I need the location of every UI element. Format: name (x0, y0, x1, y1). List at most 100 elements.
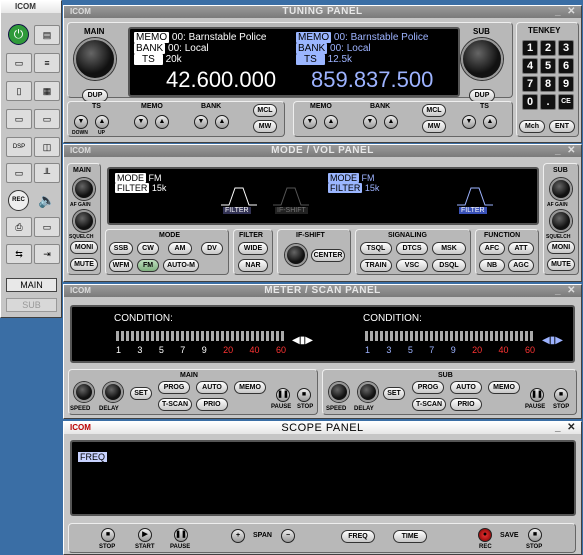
main-tscan-button[interactable]: T-SCAN (158, 398, 192, 411)
fm-button[interactable]: FM (137, 259, 159, 272)
minimize-icon[interactable]: _ (555, 285, 561, 297)
usb-icon[interactable]: ⇆ (6, 244, 32, 264)
main-dial[interactable] (74, 38, 116, 80)
auto-m-button[interactable]: AUTO-M (163, 259, 199, 272)
vsc-button[interactable]: VSC (396, 259, 428, 272)
main-mute-button[interactable]: MUTE (70, 258, 98, 271)
main-af-gain-knob[interactable] (73, 178, 95, 200)
wide-button[interactable]: WIDE (238, 242, 268, 255)
msk-button[interactable]: MSK (432, 242, 466, 255)
printer-icon[interactable]: ⎙ (6, 217, 32, 237)
span-minus-icon[interactable]: − (281, 529, 295, 543)
exit-icon[interactable]: ⇥ (34, 244, 60, 264)
key-0[interactable]: 0 (522, 94, 538, 110)
key-ce[interactable]: CE (558, 94, 574, 110)
doc-icon[interactable]: ▯ (6, 81, 32, 101)
sub-delay-knob[interactable] (358, 382, 378, 402)
scope-time-button[interactable]: TIME (393, 530, 427, 543)
meter-title-bar[interactable]: ICOM METER / SCAN PANEL _ ✕ (64, 285, 581, 297)
sub-mute-button[interactable]: MUTE (547, 258, 575, 271)
nb-button[interactable]: NB (479, 259, 505, 272)
sub-auto-button[interactable]: AUTO (450, 381, 482, 394)
signal-icon[interactable]: ▭ (6, 163, 32, 183)
sub-af-gain-knob[interactable] (550, 178, 572, 200)
mch-button[interactable]: Mch (519, 120, 545, 133)
memory-icon[interactable]: ▭ (6, 53, 32, 73)
dsql-button[interactable]: DSQL (432, 259, 466, 272)
main-set-button[interactable]: SET (130, 387, 152, 400)
main-mw-button[interactable]: MW (253, 120, 277, 133)
am-button[interactable]: AM (168, 242, 192, 255)
sub-prio-button[interactable]: PRIO (450, 398, 482, 411)
sub-meter-toggle-icon[interactable]: ◀▮▶ (542, 335, 563, 346)
bank-down-icon[interactable]: ▼ (194, 115, 208, 129)
sub-dial[interactable] (461, 38, 503, 80)
keypad-icon[interactable]: ▭ (6, 109, 32, 129)
minimize-icon[interactable]: _ (555, 6, 561, 18)
ssb-button[interactable]: SSB (109, 242, 133, 255)
minimize-icon[interactable]: _ (555, 145, 561, 157)
sub-mcl-button[interactable]: MCL (422, 104, 446, 117)
main-meter-toggle-icon[interactable]: ◀▮▶ (292, 335, 313, 346)
span-plus-icon[interactable]: + (231, 529, 245, 543)
att-button[interactable]: ATT (508, 242, 534, 255)
key-1[interactable]: 1 (522, 40, 538, 56)
rec-icon[interactable]: ● (478, 528, 492, 542)
key-8[interactable]: 8 (540, 76, 556, 92)
sub-tscan-button[interactable]: T-SCAN (412, 398, 446, 411)
key-6[interactable]: 6 (558, 58, 574, 74)
sub-ts-down-icon[interactable]: ▼ (462, 115, 476, 129)
sub-squelch-knob[interactable] (550, 210, 572, 232)
key-2[interactable]: 2 (540, 40, 556, 56)
sub-memo-up-icon[interactable]: ▲ (324, 115, 338, 129)
sub-mw-button[interactable]: MW (422, 120, 446, 133)
key-9[interactable]: 9 (558, 76, 574, 92)
main-auto-button[interactable]: AUTO (196, 381, 228, 394)
close-icon[interactable]: ✕ (567, 285, 576, 297)
main-button[interactable]: MAIN (6, 278, 57, 292)
scope-pause-icon[interactable]: ❚❚ (174, 528, 188, 542)
main-stop-icon[interactable]: ■ (297, 388, 311, 402)
sub-bank-down-icon[interactable]: ▼ (363, 115, 377, 129)
main-delay-knob[interactable] (103, 382, 123, 402)
sub-stop-icon[interactable]: ■ (554, 388, 568, 402)
rec-icon[interactable]: REC (8, 190, 29, 211)
dsp-icon[interactable]: DSP (6, 137, 32, 157)
antenna-icon[interactable]: ╨ (34, 163, 60, 183)
main-prio-button[interactable]: PRIO (196, 398, 228, 411)
dtcs-button[interactable]: DTCS (396, 242, 428, 255)
tuning-title-bar[interactable]: ICOM TUNING PANEL _ ✕ (64, 6, 581, 18)
scope-start-icon[interactable]: ▶ (138, 528, 152, 542)
main-mcl-button[interactable]: MCL (253, 104, 277, 117)
ifshift-knob[interactable] (285, 244, 307, 266)
key-3[interactable]: 3 (558, 40, 574, 56)
agc-button[interactable]: AGC (508, 259, 534, 272)
main-moni-button[interactable]: MONI (70, 241, 98, 254)
sub-button[interactable]: SUB (6, 298, 57, 312)
document-icon[interactable]: ▭ (34, 217, 60, 237)
minimize-icon[interactable]: _ (555, 422, 561, 434)
tsql-button[interactable]: TSQL (360, 242, 392, 255)
main-memo-button[interactable]: MEMO (234, 381, 266, 394)
main-speed-knob[interactable] (74, 382, 94, 402)
close-icon[interactable]: ✕ (567, 145, 576, 157)
sub-memo-down-icon[interactable]: ▼ (303, 115, 317, 129)
main-prog-button[interactable]: PROG (158, 381, 190, 394)
wfm-button[interactable]: WFM (109, 259, 133, 272)
main-pause-icon[interactable]: ❚❚ (276, 388, 290, 402)
sub-bank-up-icon[interactable]: ▲ (384, 115, 398, 129)
key-dot[interactable]: . (540, 94, 556, 110)
tuning-panel-icon[interactable]: ▤ (34, 25, 60, 45)
train-button[interactable]: TRAIN (360, 259, 392, 272)
close-icon[interactable]: ✕ (567, 6, 576, 18)
main-squelch-knob[interactable] (73, 210, 95, 232)
scope-stop-icon[interactable]: ■ (101, 528, 115, 542)
ent-button[interactable]: ENT (549, 120, 575, 133)
sub-memo-button[interactable]: MEMO (488, 381, 520, 394)
nar-button[interactable]: NAR (238, 259, 268, 272)
launcher-title-bar[interactable]: ICOM (1, 1, 61, 13)
scope-icon[interactable]: ◫ (34, 137, 60, 157)
list-icon[interactable]: ≡ (34, 53, 60, 73)
sub-set-button[interactable]: SET (383, 387, 405, 400)
sub-speed-knob[interactable] (329, 382, 349, 402)
